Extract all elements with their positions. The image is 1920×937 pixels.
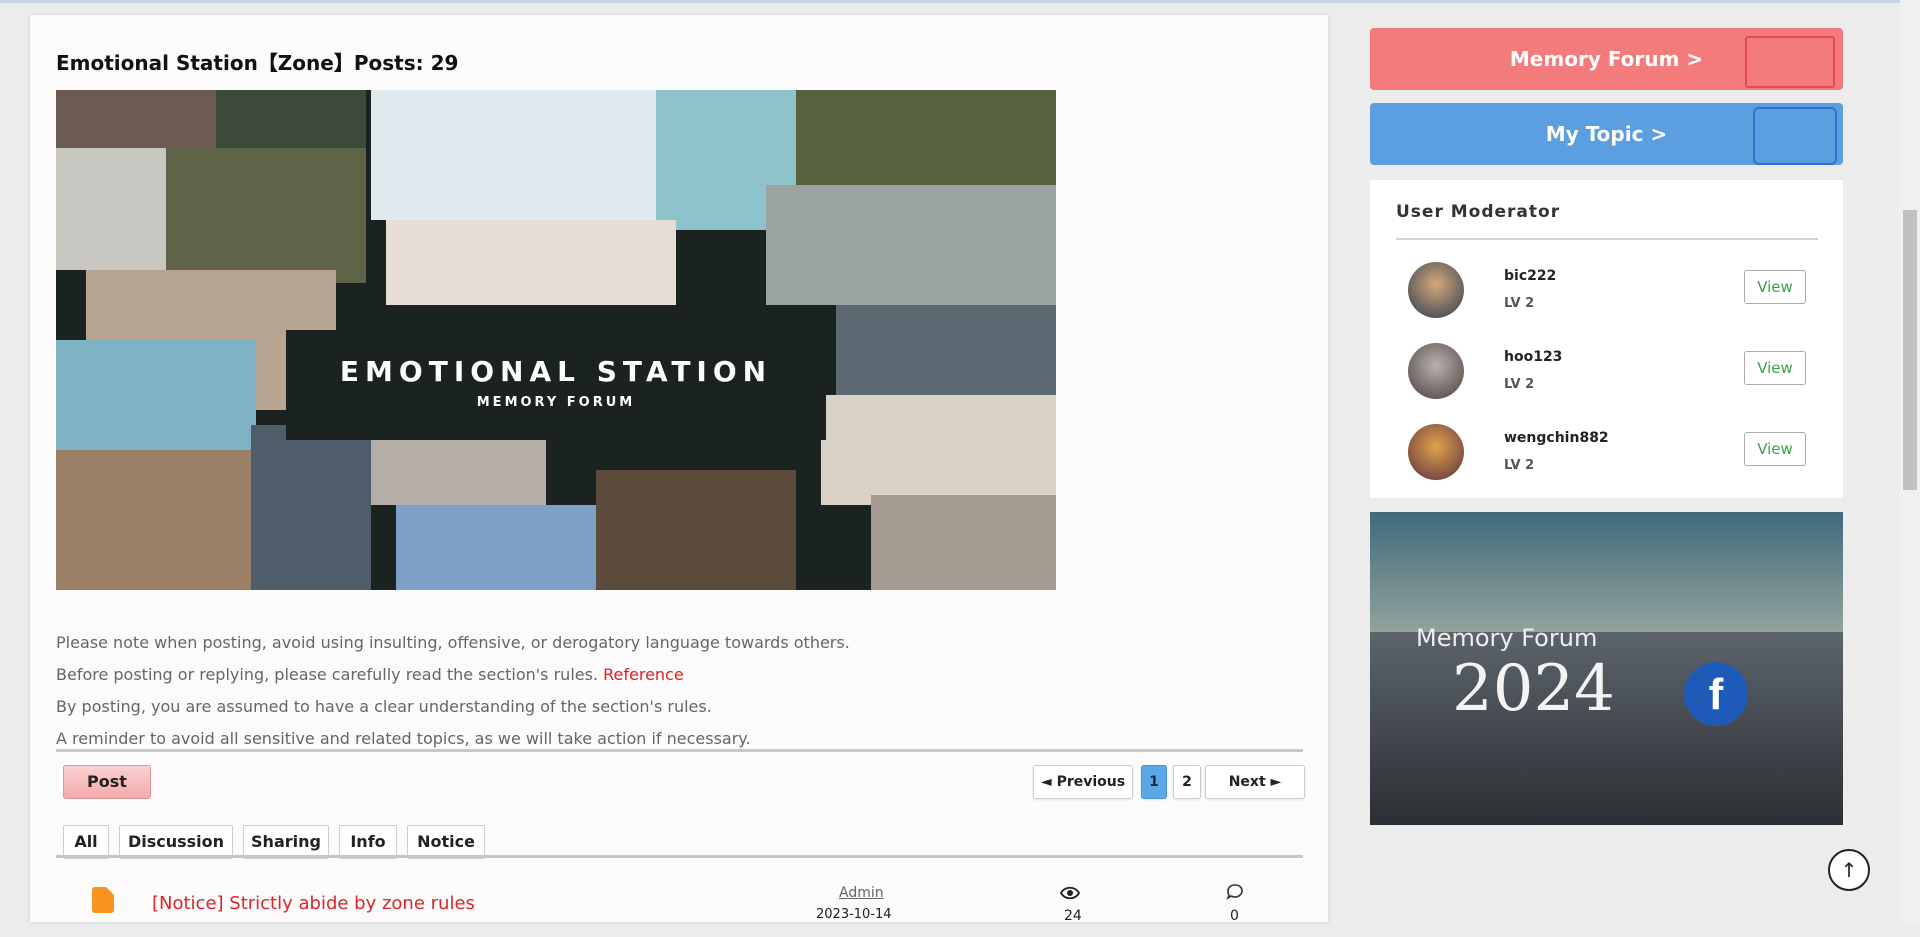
filter-notice[interactable]: Notice	[407, 825, 485, 859]
scroll-to-top-button[interactable]: ↑	[1828, 849, 1870, 891]
banner-title: EMOTIONAL STATION	[339, 355, 773, 388]
avatar	[1408, 262, 1464, 318]
moderator-row: bic222 LV 2 View	[1370, 262, 1843, 322]
scrollbar-thumb[interactable]	[1903, 210, 1917, 490]
user-moderator-card: User Moderator bic222 LV 2 View hoo123 L…	[1370, 180, 1843, 498]
memory-forum-2024-ad[interactable]: Memory Forum 2024 f	[1370, 512, 1843, 825]
ad-sky	[1370, 512, 1843, 642]
filter-info[interactable]: Info	[339, 825, 397, 859]
filter-all[interactable]: All	[63, 825, 109, 859]
document-icon	[92, 887, 114, 913]
post-button[interactable]: Post	[63, 765, 151, 799]
moderator-row: wengchin882 LV 2 View	[1370, 424, 1843, 484]
post-date: 2023-10-14	[816, 907, 892, 922]
facebook-icon[interactable]: f	[1684, 662, 1748, 726]
ad-title: Memory Forum	[1416, 624, 1598, 652]
note-text: Before posting or replying, please caref…	[56, 665, 599, 684]
divider	[56, 749, 1303, 752]
monitor-icon	[1745, 36, 1835, 88]
banner-subtitle: MEMORY FORUM	[476, 395, 636, 410]
moderator-name: hoo123	[1504, 349, 1563, 365]
page-title: Emotional Station【Zone】Posts: 29	[56, 51, 459, 75]
filter-discussion[interactable]: Discussion	[119, 825, 233, 859]
divider	[56, 855, 1303, 858]
page-1-button[interactable]: 1	[1141, 765, 1167, 799]
post-title-link[interactable]: [Notice] Strictly abide by zone rules	[152, 893, 475, 914]
filter-sharing[interactable]: Sharing	[243, 825, 329, 859]
page-2-button[interactable]: 2	[1173, 765, 1201, 799]
next-page-button[interactable]: Next ►	[1205, 765, 1305, 799]
moderator-card-title: User Moderator	[1396, 202, 1561, 222]
previous-page-button[interactable]: ◄ Previous	[1033, 765, 1133, 799]
reference-link[interactable]: Reference	[603, 665, 684, 684]
memory-forum-button[interactable]: Memory Forum >	[1370, 28, 1843, 90]
memory-forum-label: Memory Forum >	[1509, 47, 1704, 71]
divider	[1396, 238, 1818, 240]
arrow-up-icon: ↑	[1840, 858, 1858, 882]
moderator-name: bic222	[1504, 268, 1557, 284]
post-author-link[interactable]: Admin	[839, 885, 884, 901]
chat-bubble-icon	[1753, 107, 1837, 165]
view-moderator-button[interactable]: View	[1744, 432, 1806, 466]
moderator-level: LV 2	[1504, 458, 1535, 473]
view-moderator-button[interactable]: View	[1744, 270, 1806, 304]
ad-year: 2024	[1452, 652, 1615, 726]
my-topic-button[interactable]: My Topic >	[1370, 103, 1843, 165]
post-row[interactable]: [Notice] Strictly abide by zone rules Ad…	[56, 873, 1303, 937]
note-line: Please note when posting, avoid using in…	[56, 633, 850, 652]
window-top-border	[0, 0, 1920, 3]
moderator-row: hoo123 LV 2 View	[1370, 343, 1843, 403]
view-moderator-button[interactable]: View	[1744, 351, 1806, 385]
posting-rules-notes: Please note when posting, avoid using in…	[56, 627, 850, 755]
moderator-level: LV 2	[1504, 296, 1535, 311]
avatar	[1408, 343, 1464, 399]
my-topic-label: My Topic >	[1545, 122, 1668, 146]
note-line: By posting, you are assumed to have a cl…	[56, 697, 712, 716]
moderator-level: LV 2	[1504, 377, 1535, 392]
note-line-with-link: Before posting or replying, please caref…	[56, 659, 850, 691]
speech-bubble-icon	[1226, 883, 1244, 906]
avatar	[1408, 424, 1464, 480]
main-panel: Emotional Station【Zone】Posts: 29 EMOTION…	[30, 15, 1328, 924]
moderator-name: wengchin882	[1504, 430, 1609, 446]
zone-banner-image: EMOTIONAL STATION MEMORY FORUM	[56, 90, 1056, 590]
eye-icon	[1059, 885, 1081, 904]
